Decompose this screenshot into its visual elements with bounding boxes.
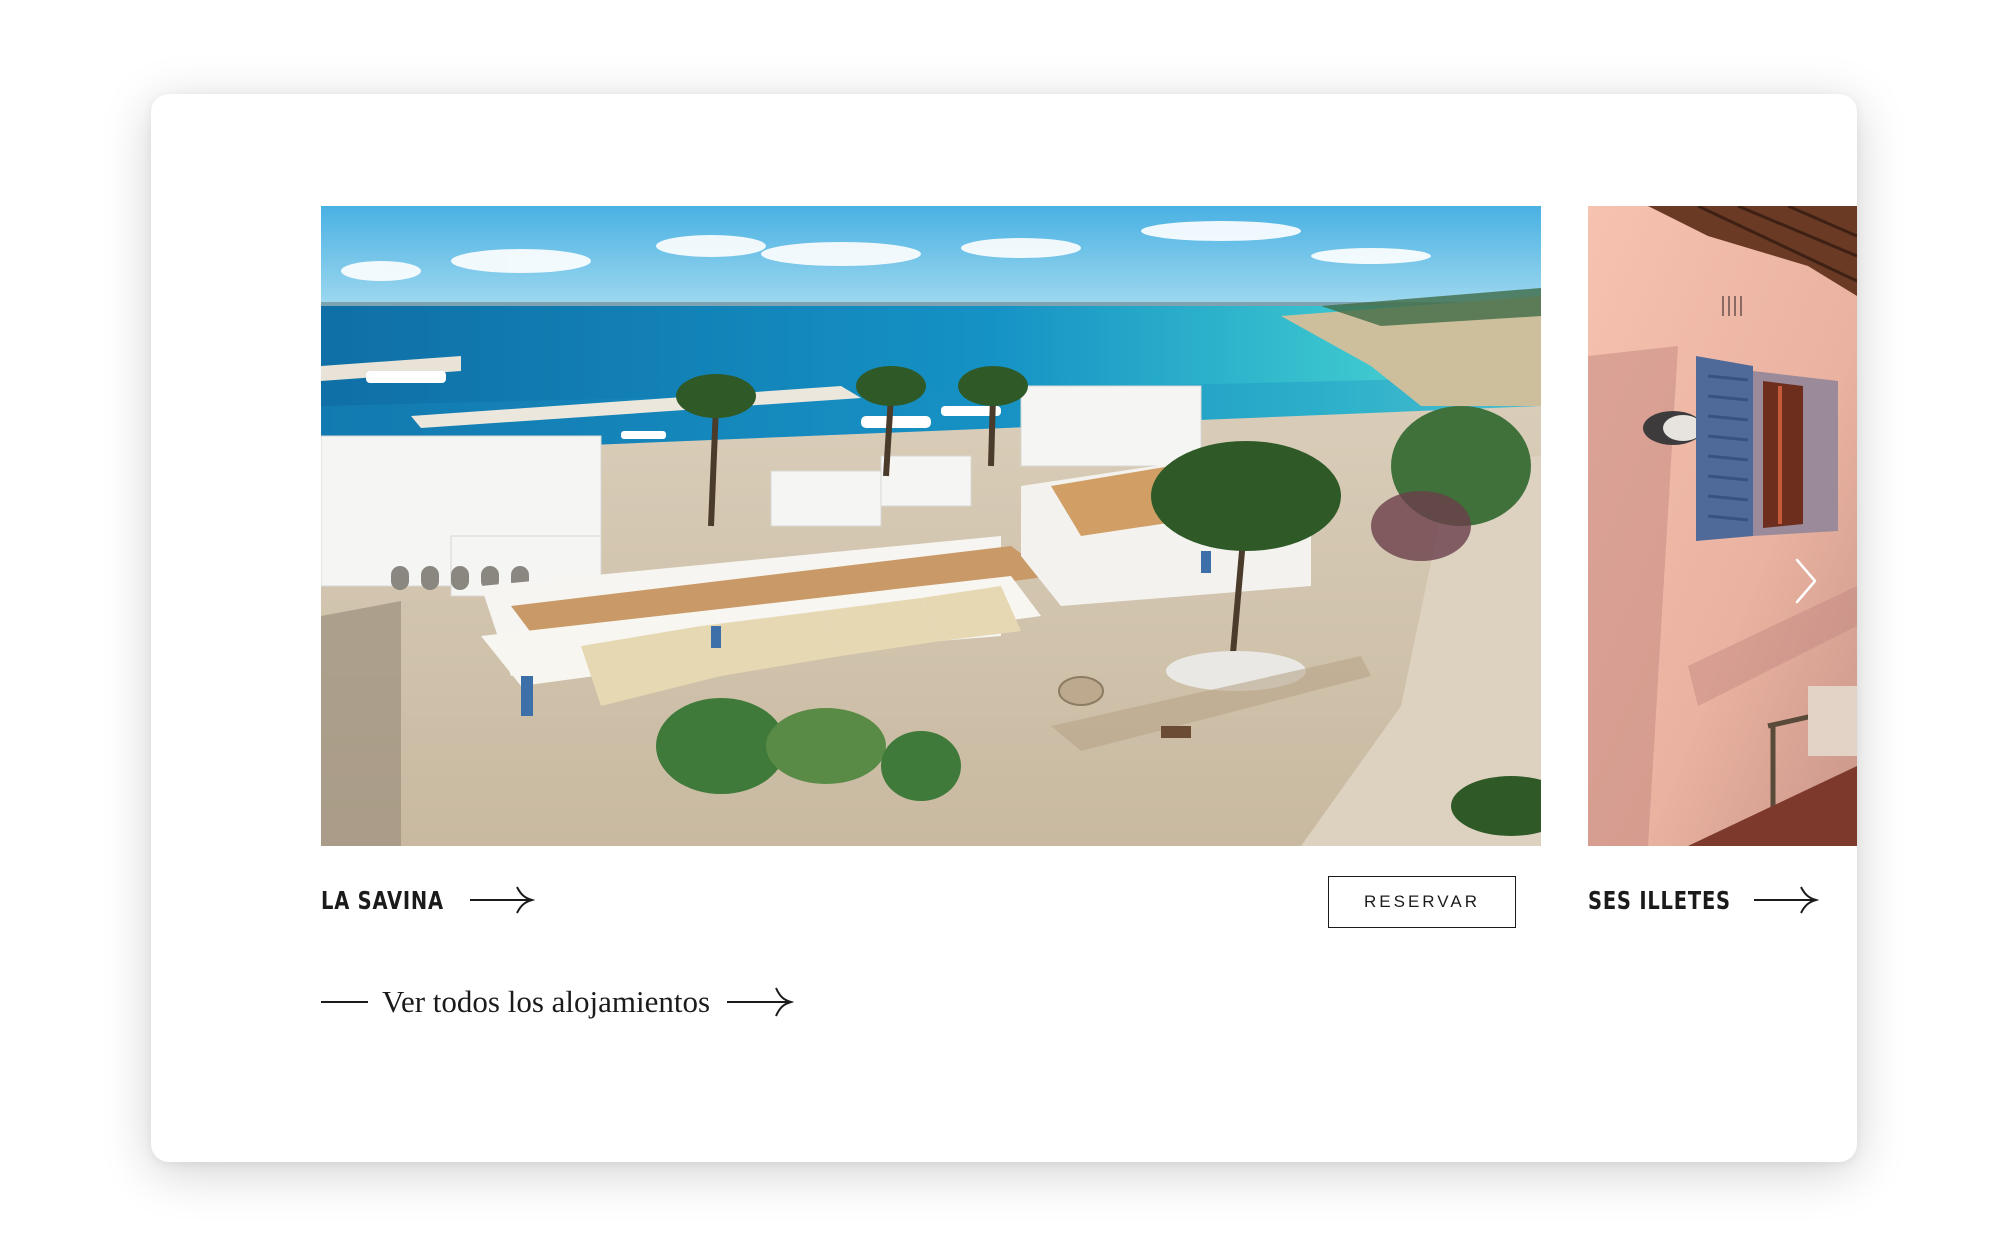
la-savina-link[interactable]: LA SAVINA (321, 884, 535, 916)
ses-illetes-photo[interactable] (1588, 206, 1857, 846)
chevron-right-icon[interactable] (1791, 556, 1821, 606)
view-all-accommodations-link[interactable]: Ver todos los alojamientos (321, 984, 795, 1020)
la-savina-title: LA SAVINA (321, 885, 444, 915)
view-all-label: Ver todos los alojamientos (382, 984, 711, 1019)
arrow-right-icon (469, 886, 535, 914)
arrow-right-icon (1754, 886, 1820, 914)
arrow-right-icon (727, 987, 795, 1017)
reserve-button[interactable]: RESERVAR (1328, 876, 1516, 928)
la-savina-photo[interactable] (321, 206, 1541, 846)
ses-illetes-title: SES ILLETES (1588, 885, 1731, 915)
accommodations-card: LA SAVINA RESERVAR SES ILLETES Ver todos… (151, 94, 1857, 1162)
ses-illetes-link[interactable]: SES ILLETES (1588, 884, 1820, 916)
dash-divider (321, 1001, 368, 1003)
